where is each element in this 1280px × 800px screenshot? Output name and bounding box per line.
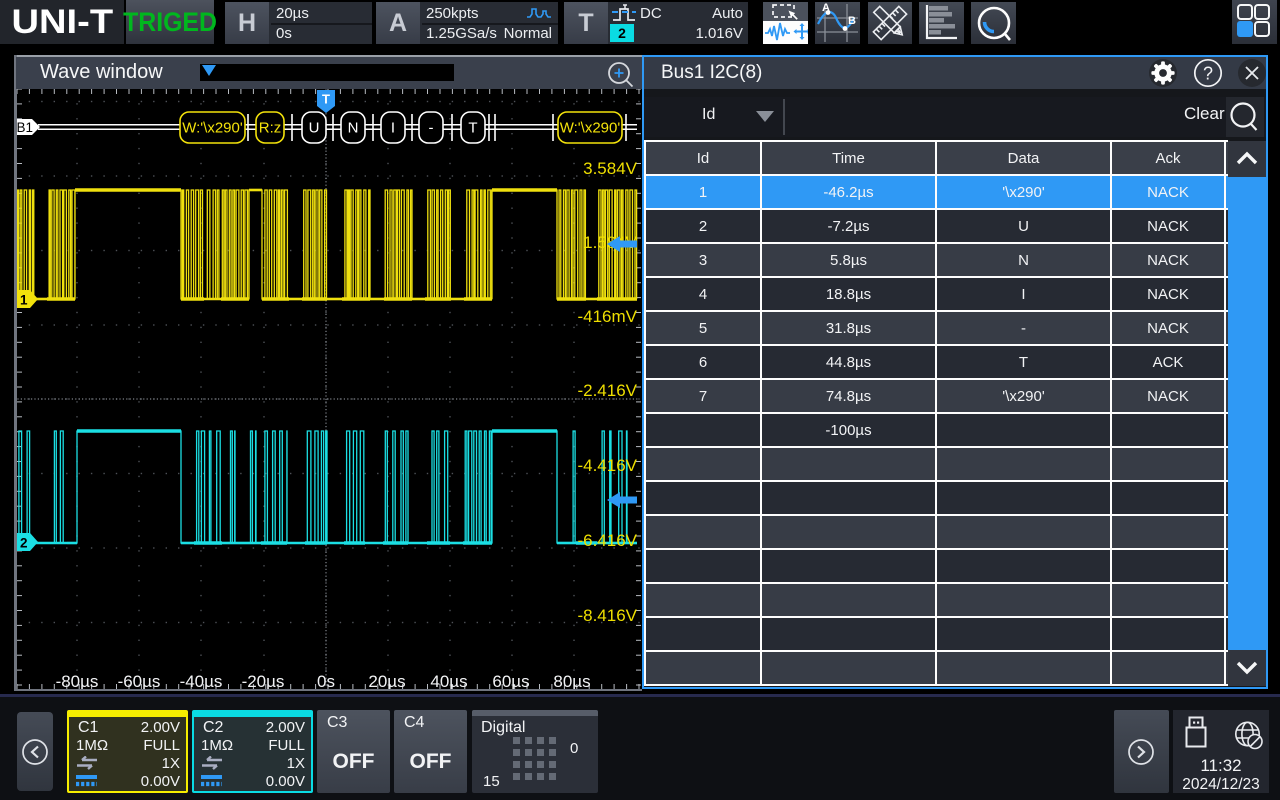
svg-text:-6.416V: -6.416V (577, 531, 637, 550)
svg-text:A: A (822, 2, 830, 14)
svg-text:-4.416V: -4.416V (577, 456, 637, 475)
svg-text:0s: 0s (317, 672, 335, 689)
svg-text:-80µs: -80µs (56, 672, 99, 689)
svg-text:40µs: 40µs (430, 672, 467, 689)
svg-text:W:'\x290': W:'\x290' (560, 120, 621, 137)
svg-text:2: 2 (20, 536, 28, 551)
svg-text:I: I (391, 120, 395, 137)
svg-text:?: ? (1203, 64, 1213, 84)
svg-text:-20µs: -20µs (242, 672, 285, 689)
svg-text:-416mV: -416mV (577, 307, 637, 326)
svg-text:W:'\x290': W:'\x290' (182, 120, 243, 137)
svg-text:60µs: 60µs (492, 672, 529, 689)
svg-text:N: N (348, 120, 359, 137)
svg-text:20µs: 20µs (368, 672, 405, 689)
svg-text:80µs: 80µs (553, 672, 590, 689)
svg-text:T: T (468, 120, 477, 137)
svg-text:-40µs: -40µs (180, 672, 223, 689)
svg-text:-60µs: -60µs (118, 672, 161, 689)
svg-text:B1: B1 (17, 120, 33, 135)
svg-text:3.584V: 3.584V (583, 159, 638, 178)
svg-text:-: - (429, 120, 434, 137)
svg-text:-8.416V: -8.416V (577, 606, 637, 625)
svg-text:R:z: R:z (259, 120, 282, 137)
svg-text:B: B (848, 15, 856, 27)
svg-text:T: T (322, 92, 330, 107)
svg-text:1: 1 (20, 293, 28, 308)
svg-text:U: U (309, 120, 320, 137)
svg-text:-2.416V: -2.416V (577, 381, 637, 400)
